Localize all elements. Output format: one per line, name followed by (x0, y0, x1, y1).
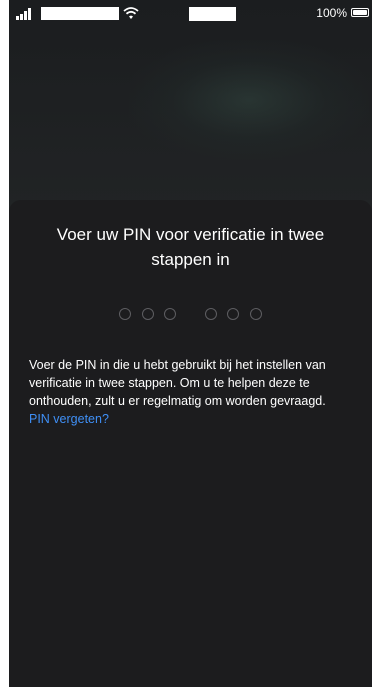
sheet-title: Voer uw PIN voor verificatie in twee sta… (56, 225, 325, 269)
wifi-icon (123, 6, 139, 20)
battery-fill (353, 10, 367, 15)
description-text: Voer de PIN in die u hebt gebruikt bij h… (29, 358, 326, 408)
pin-digit-2 (141, 307, 154, 320)
battery-percent: 100% (316, 6, 347, 20)
carrier-redaction (41, 7, 119, 20)
pin-digit-4 (204, 307, 217, 320)
phone-screen: 100% Voer uw PIN voor verificatie in twe… (9, 0, 372, 687)
time-redaction (189, 7, 236, 21)
pin-digit-6 (249, 307, 262, 320)
forgot-pin-link[interactable]: PIN vergeten? (29, 412, 109, 426)
pin-digit-5 (227, 307, 240, 320)
pin-digit-1 (119, 307, 132, 320)
battery-icon (351, 8, 369, 17)
background-glow (129, 40, 369, 160)
cellular-signal-icon (16, 8, 34, 20)
sheet-description: Voer de PIN in die u hebt gebruikt bij h… (29, 356, 329, 428)
pin-digit-3 (164, 307, 177, 320)
pin-input[interactable] (9, 305, 372, 321)
status-bar: 100% (9, 0, 372, 28)
pin-entry-sheet: Voer uw PIN voor verificatie in twee sta… (9, 200, 372, 687)
